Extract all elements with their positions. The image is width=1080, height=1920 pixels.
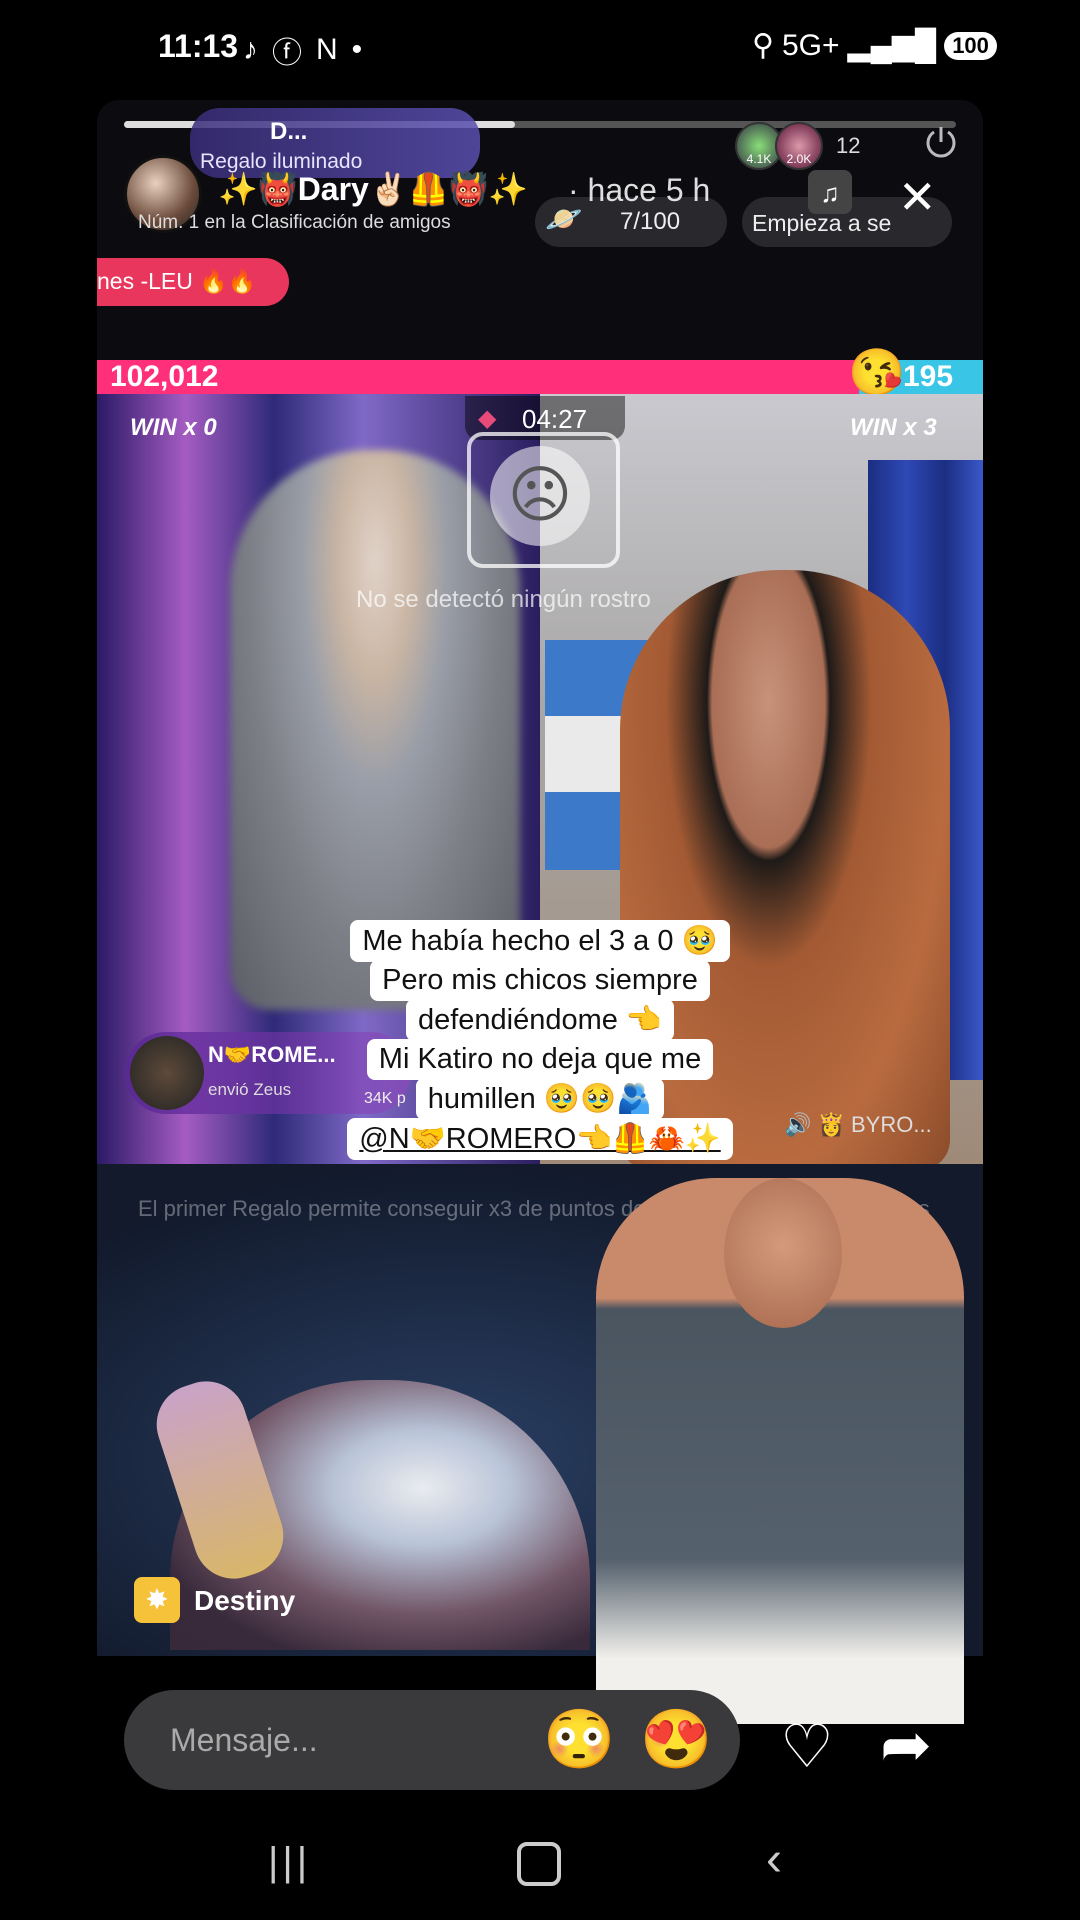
start-text: Empieza a se: [752, 210, 892, 236]
promo-text: El primer Regalo permite conseguir x3 de…: [138, 1196, 646, 1221]
goal-text: 7/100: [620, 208, 681, 235]
status-bar: 11:13 ♪ ⓕ N • ⚲ 5G+ ▂▄▆█ 100: [0, 0, 1080, 100]
caption-line: Pero mis chicos siempre: [370, 960, 710, 1001]
caption-line: Me había hecho el 3 a 0 🥹: [350, 920, 730, 962]
message-placeholder: Mensaje...: [170, 1722, 318, 1758]
destiny-icon: ✸: [134, 1577, 180, 1623]
status-system-icons: ⚲ 5G+ ▂▄▆█ 100: [752, 28, 997, 63]
close-icon[interactable]: ✕: [898, 170, 937, 224]
caption-line: humillen 🥹🥹🫂: [415, 1078, 665, 1120]
share-icon[interactable]: ➦: [880, 1708, 932, 1781]
presenter-head: [724, 1178, 842, 1328]
heart-icon[interactable]: ♡: [780, 1712, 834, 1782]
tiktok-icon: ♪: [243, 33, 258, 66]
n-icon: N: [316, 33, 338, 66]
sad-face-icon: ☹: [490, 446, 590, 546]
battle-icon: ◆: [478, 405, 497, 432]
back-icon[interactable]: ‹: [766, 1832, 782, 1887]
story-caption: Me había hecho el 3 a 0 🥹 Pero mis chico…: [0, 920, 1080, 1160]
location-icon: ⚲: [752, 29, 774, 62]
timer-text: 04:27: [522, 404, 588, 434]
host-name[interactable]: ✨👹Dary✌🏻🦺👹✨: [218, 170, 528, 208]
caption-line: defendiéndome 👈: [405, 999, 675, 1041]
gift-name: D...: [270, 118, 308, 145]
status-time: 11:13: [158, 28, 239, 64]
network-label: 5G+: [781, 28, 840, 62]
win-count-right: WIN x 3: [850, 414, 937, 441]
no-face-text: No se detectó ningún rostro: [356, 586, 651, 613]
destiny-label: Destiny: [194, 1585, 296, 1616]
dot-icon: •: [351, 33, 363, 66]
home-icon[interactable]: [517, 1842, 561, 1886]
music-icon[interactable]: ♫: [808, 170, 852, 214]
rank-text: Núm. 1 en la Clasificación de amigos: [138, 212, 451, 233]
win-count-left: WIN x 0: [130, 414, 217, 441]
score-right: 195: [903, 360, 954, 393]
viewer-count: 12: [836, 133, 861, 158]
viewer-avatar[interactable]: 2.0K: [775, 122, 823, 170]
tag-text: nes -LEU 🔥🔥: [97, 268, 257, 294]
power-icon[interactable]: [922, 124, 960, 162]
planet-icon: 🪐: [545, 203, 583, 236]
caption-mention[interactable]: @N🤝ROMERO👈🦺🦀✨: [347, 1118, 733, 1160]
signal-icon: ▂▄▆█: [847, 29, 937, 62]
kiss-emoji-icon: 😘: [848, 346, 906, 398]
quick-reaction-heart-eyes[interactable]: 😍: [640, 1706, 712, 1774]
status-app-icons: ♪ ⓕ N •: [243, 28, 362, 72]
recent-apps-icon[interactable]: |||: [268, 1840, 311, 1885]
facebook-icon: ⓕ: [272, 37, 302, 70]
caption-line: Mi Katiro no deja que me: [366, 1039, 714, 1080]
viewer-avatars[interactable]: 4.1K 2.0K: [735, 122, 823, 170]
battery-icon: 100: [944, 31, 997, 60]
quick-reaction-flushed[interactable]: 😳: [543, 1706, 615, 1774]
score-left: 102,012: [110, 360, 219, 393]
